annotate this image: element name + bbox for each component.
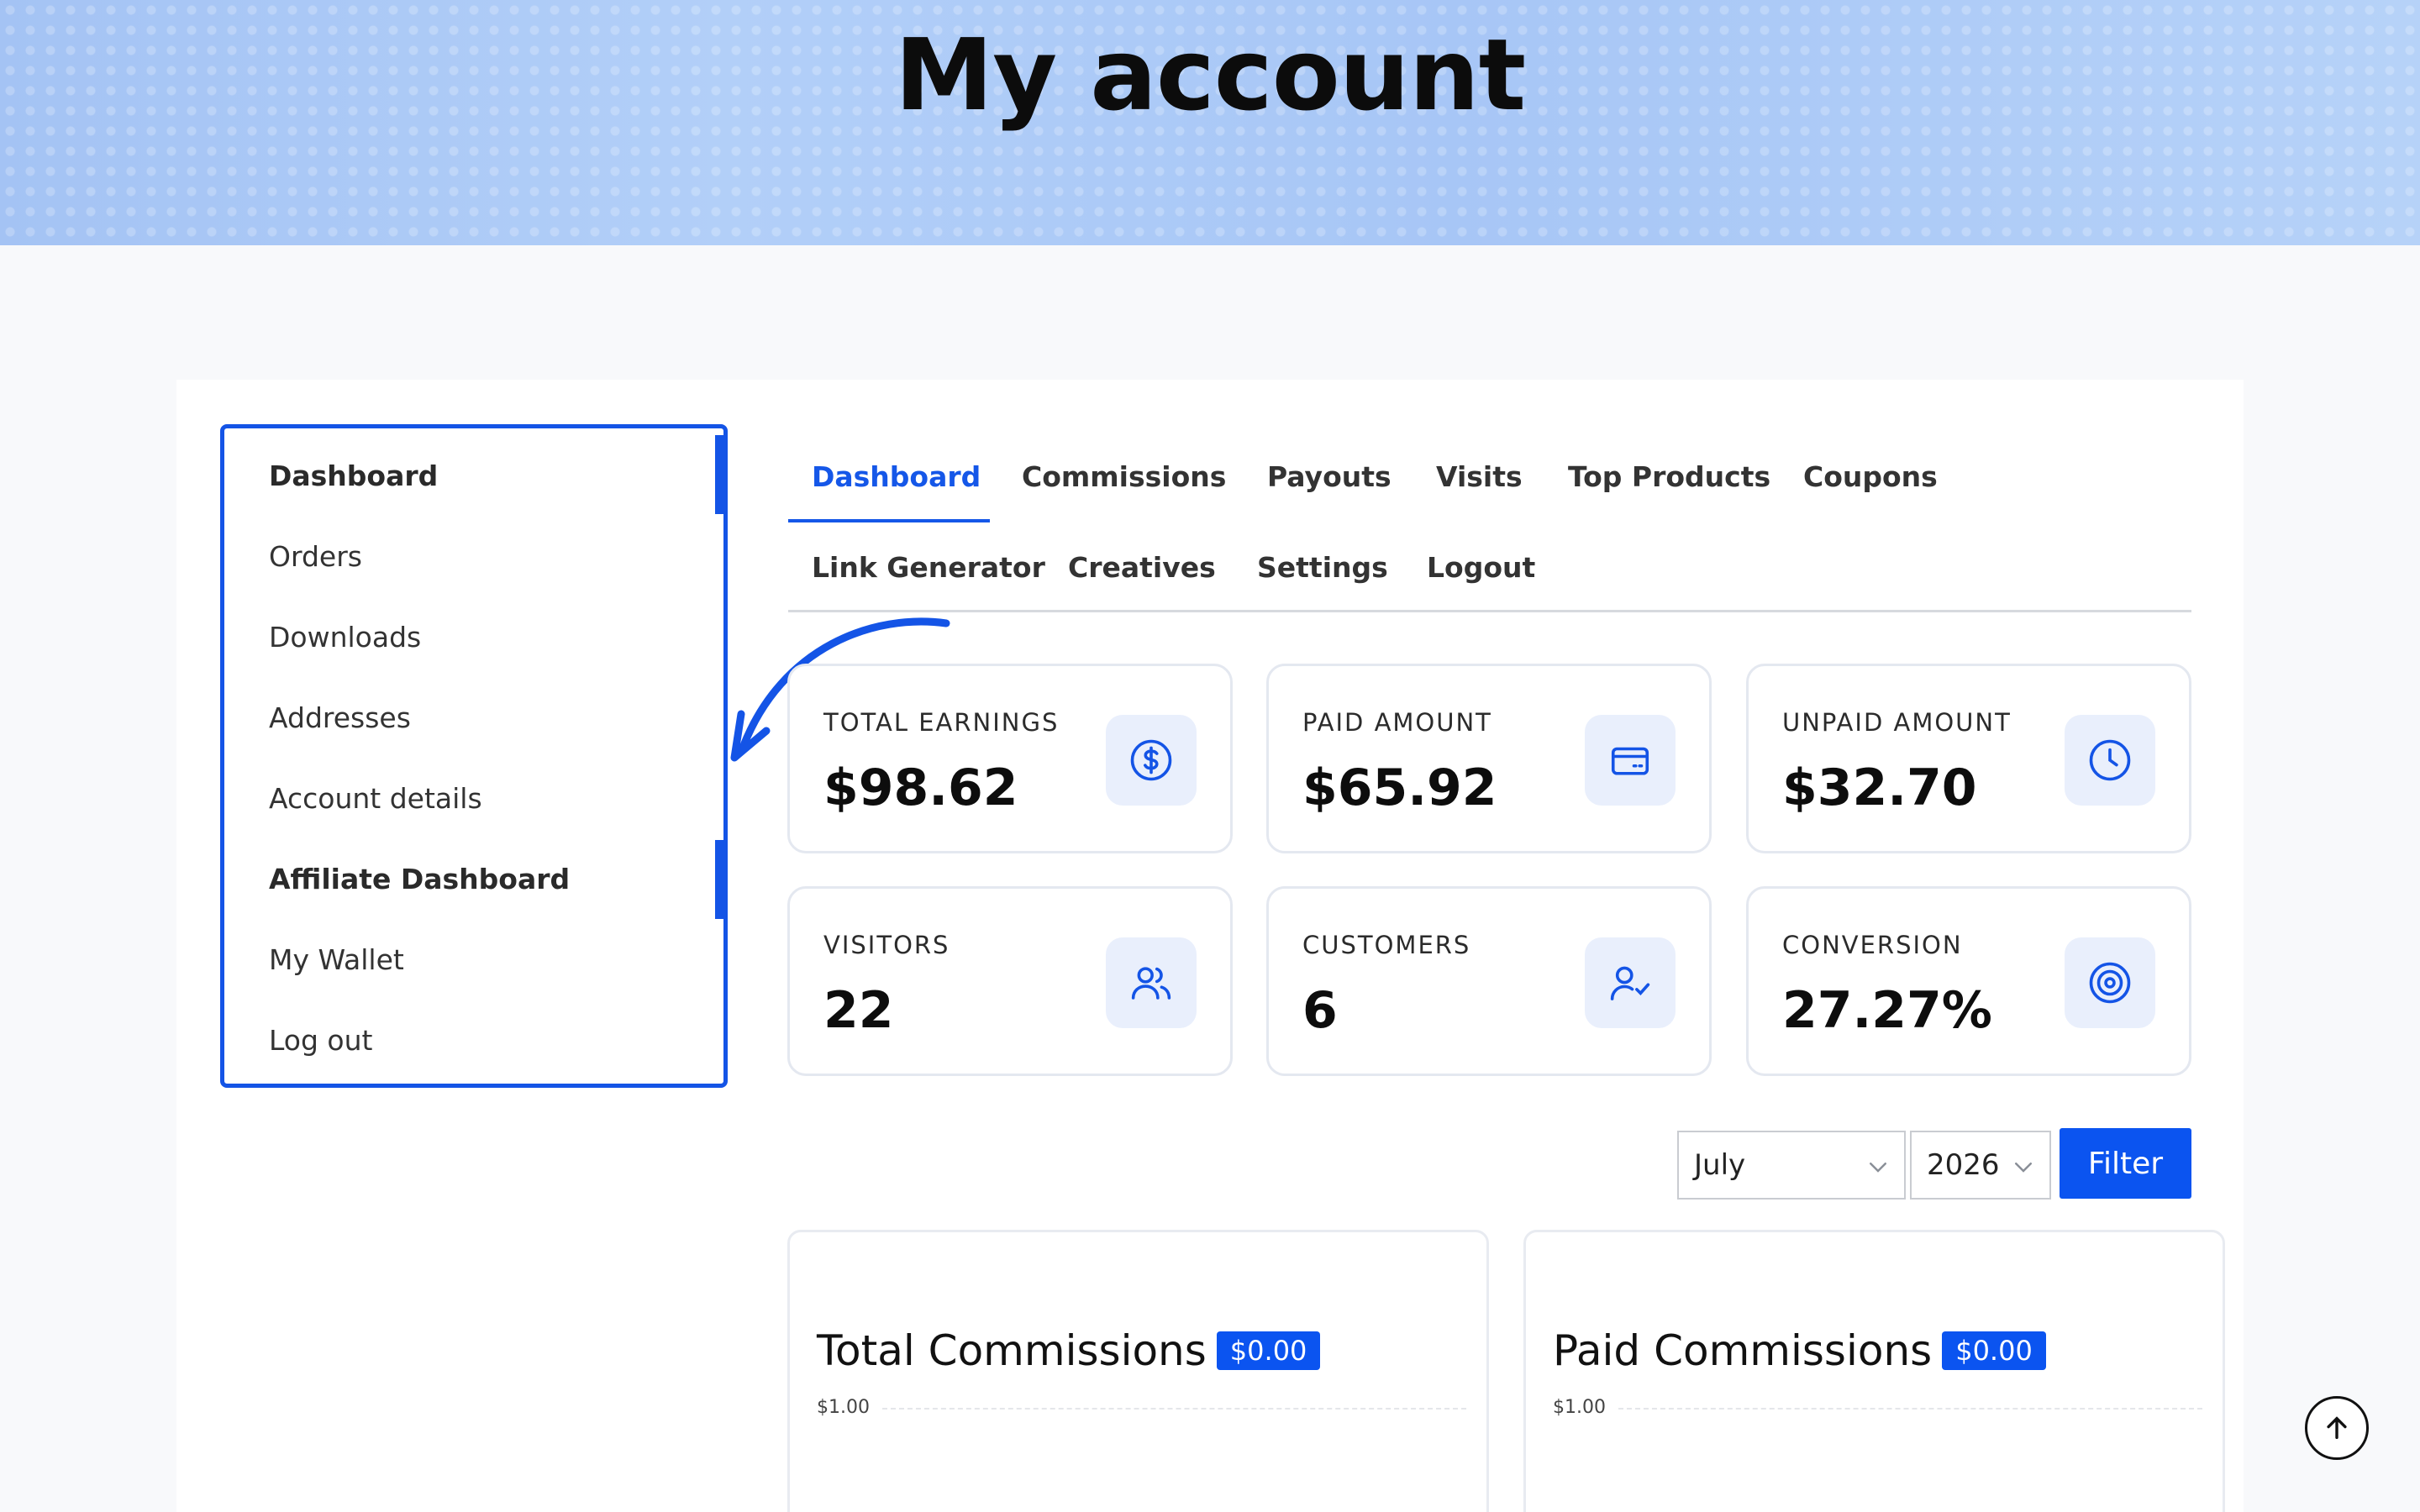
tab-dashboard[interactable]: Dashboard	[812, 460, 981, 493]
stat-card-unpaid-amount: UNPAID AMOUNT $32.70	[1746, 664, 2191, 853]
sidebar-active-marker	[715, 840, 723, 919]
stat-value: $98.62	[823, 759, 1018, 817]
year-select-value: 2026	[1927, 1148, 2000, 1182]
stat-value: $65.92	[1302, 759, 1497, 817]
stat-value: 27.27%	[1782, 981, 1992, 1040]
chart-card-paid-commissions: Paid Commissions $0.00 $1.00	[1523, 1230, 2225, 1512]
sidebar-active-marker	[715, 435, 723, 514]
commission-badge: $0.00	[1942, 1331, 2046, 1370]
active-tab-underline	[788, 519, 990, 522]
stat-label: CUSTOMERS	[1302, 931, 1471, 959]
page-title: My account	[894, 17, 1526, 133]
clock-icon	[2065, 715, 2155, 806]
stat-label: VISITORS	[823, 931, 950, 959]
chart-title: Paid Commissions $0.00	[1553, 1326, 2046, 1375]
target-icon	[2065, 937, 2155, 1028]
user-check-icon	[1585, 937, 1676, 1028]
hero-banner: My account	[0, 0, 2420, 245]
chart-title-text: Total Commissions	[817, 1326, 1207, 1375]
tab-visits[interactable]: Visits	[1436, 460, 1523, 493]
month-select[interactable]: July	[1677, 1131, 1906, 1200]
chart-card-total-commissions: Total Commissions $0.00 $1.00	[787, 1230, 1489, 1512]
stat-card-customers: CUSTOMERS 6	[1266, 886, 1712, 1076]
sidebar-item-log-out[interactable]: Log out	[269, 1015, 723, 1065]
account-sidebar: Dashboard Orders Downloads Addresses Acc…	[220, 424, 728, 1088]
commission-badge: $0.00	[1216, 1331, 1321, 1370]
sidebar-item-account-details[interactable]: Account details	[269, 773, 723, 823]
sidebar-item-addresses[interactable]: Addresses	[269, 692, 723, 743]
chevron-down-icon	[2015, 1163, 2032, 1173]
credit-card-icon	[1585, 715, 1676, 806]
stat-value: 6	[1302, 981, 1338, 1040]
chart-title-text: Paid Commissions	[1553, 1326, 1933, 1375]
tab-coupons[interactable]: Coupons	[1803, 460, 1938, 493]
tab-settings[interactable]: Settings	[1257, 551, 1388, 584]
tab-creatives[interactable]: Creatives	[1068, 551, 1216, 584]
dollar-circle-icon	[1106, 715, 1197, 806]
users-icon	[1106, 937, 1197, 1028]
stat-value: $32.70	[1782, 759, 1977, 817]
tab-logout[interactable]: Logout	[1427, 551, 1535, 584]
stat-card-conversion: CONVERSION 27.27%	[1746, 886, 2191, 1076]
sidebar-item-orders[interactable]: Orders	[269, 531, 723, 581]
y-axis-tick: $1.00	[1553, 1397, 1606, 1418]
sidebar-item-dashboard[interactable]: Dashboard	[269, 450, 723, 501]
chart-gridline	[882, 1408, 1466, 1410]
chevron-down-icon	[1870, 1163, 1886, 1173]
stat-label: PAID AMOUNT	[1302, 708, 1492, 737]
chart-title: Total Commissions $0.00	[817, 1326, 1321, 1375]
stat-label: TOTAL EARNINGS	[823, 708, 1060, 737]
stat-value: 22	[823, 981, 894, 1040]
year-select[interactable]: 2026	[1910, 1131, 2051, 1200]
tab-link-generator[interactable]: Link Generator	[812, 551, 1045, 584]
month-select-value: July	[1694, 1148, 1746, 1182]
tab-commissions[interactable]: Commissions	[1022, 460, 1226, 493]
y-axis-tick: $1.00	[817, 1397, 870, 1418]
stat-card-paid-amount: PAID AMOUNT $65.92	[1266, 664, 1712, 853]
stat-label: CONVERSION	[1782, 931, 1963, 959]
tab-payouts[interactable]: Payouts	[1267, 460, 1392, 493]
tab-top-products[interactable]: Top Products	[1568, 460, 1770, 493]
stat-label: UNPAID AMOUNT	[1782, 708, 2012, 737]
tabs-divider	[788, 610, 2191, 612]
sidebar-item-downloads[interactable]: Downloads	[269, 612, 723, 662]
scroll-to-top-button[interactable]	[2305, 1396, 2369, 1460]
filter-button[interactable]: Filter	[2060, 1128, 2191, 1199]
stat-card-total-earnings: TOTAL EARNINGS $98.62	[787, 664, 1233, 853]
chart-gridline	[1618, 1408, 2202, 1410]
sidebar-item-affiliate-dashboard[interactable]: Affiliate Dashboard	[269, 853, 723, 904]
arrow-up-icon	[2327, 1416, 2347, 1440]
sidebar-item-my-wallet[interactable]: My Wallet	[269, 934, 723, 984]
stat-card-visitors: VISITORS 22	[787, 886, 1233, 1076]
